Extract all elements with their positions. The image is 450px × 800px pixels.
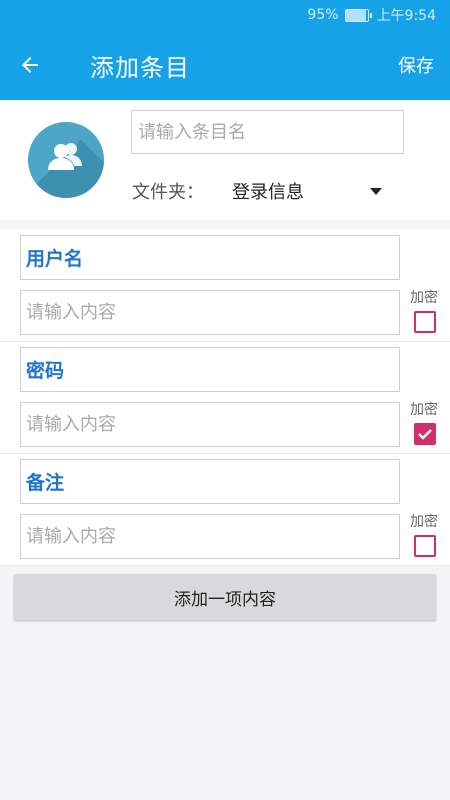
folder-row: 文件夹： 登录信息	[132, 178, 382, 204]
add-field-button[interactable]: 添加一项内容	[14, 574, 436, 620]
folder-label: 文件夹：	[132, 182, 204, 203]
caret-down-icon	[370, 187, 382, 195]
save-button[interactable]: 保存	[398, 52, 434, 78]
check-icon	[418, 429, 432, 440]
field-value-input[interactable]	[20, 402, 400, 447]
field-list: 加密 加密 加密	[0, 230, 450, 566]
field-value-input[interactable]	[20, 290, 400, 335]
encrypt-checkbox[interactable]	[414, 535, 436, 557]
battery-icon	[344, 8, 372, 22]
users-icon	[48, 143, 82, 170]
field-value-input[interactable]	[20, 514, 400, 559]
back-button[interactable]	[0, 30, 60, 100]
avatar[interactable]	[28, 122, 104, 198]
field-name-input[interactable]	[20, 459, 400, 504]
clock: 上午9:54	[376, 8, 436, 24]
status-bar: 95% 上午9:54	[0, 0, 450, 30]
encrypt-label: 加密	[410, 290, 438, 306]
entry-name-input[interactable]	[131, 110, 404, 154]
battery-percent: 95%	[307, 7, 339, 23]
folder-select[interactable]: 登录信息	[232, 178, 382, 204]
encrypt-label: 加密	[410, 402, 438, 418]
encrypt-label: 加密	[410, 514, 438, 530]
page-title: 添加条目	[90, 53, 190, 82]
field-item-username: 加密	[0, 230, 450, 342]
field-name-input[interactable]	[20, 347, 400, 392]
field-item-password: 加密	[0, 342, 450, 454]
field-name-input[interactable]	[20, 235, 400, 280]
arrow-left-icon	[22, 57, 38, 73]
encrypt-checkbox[interactable]	[414, 311, 436, 333]
encrypt-checkbox[interactable]	[414, 423, 436, 445]
app-bar: 添加条目 保存	[0, 30, 450, 100]
entry-header: 文件夹： 登录信息	[0, 100, 450, 220]
folder-value: 登录信息	[232, 182, 304, 203]
field-item-notes: 加密	[0, 454, 450, 566]
